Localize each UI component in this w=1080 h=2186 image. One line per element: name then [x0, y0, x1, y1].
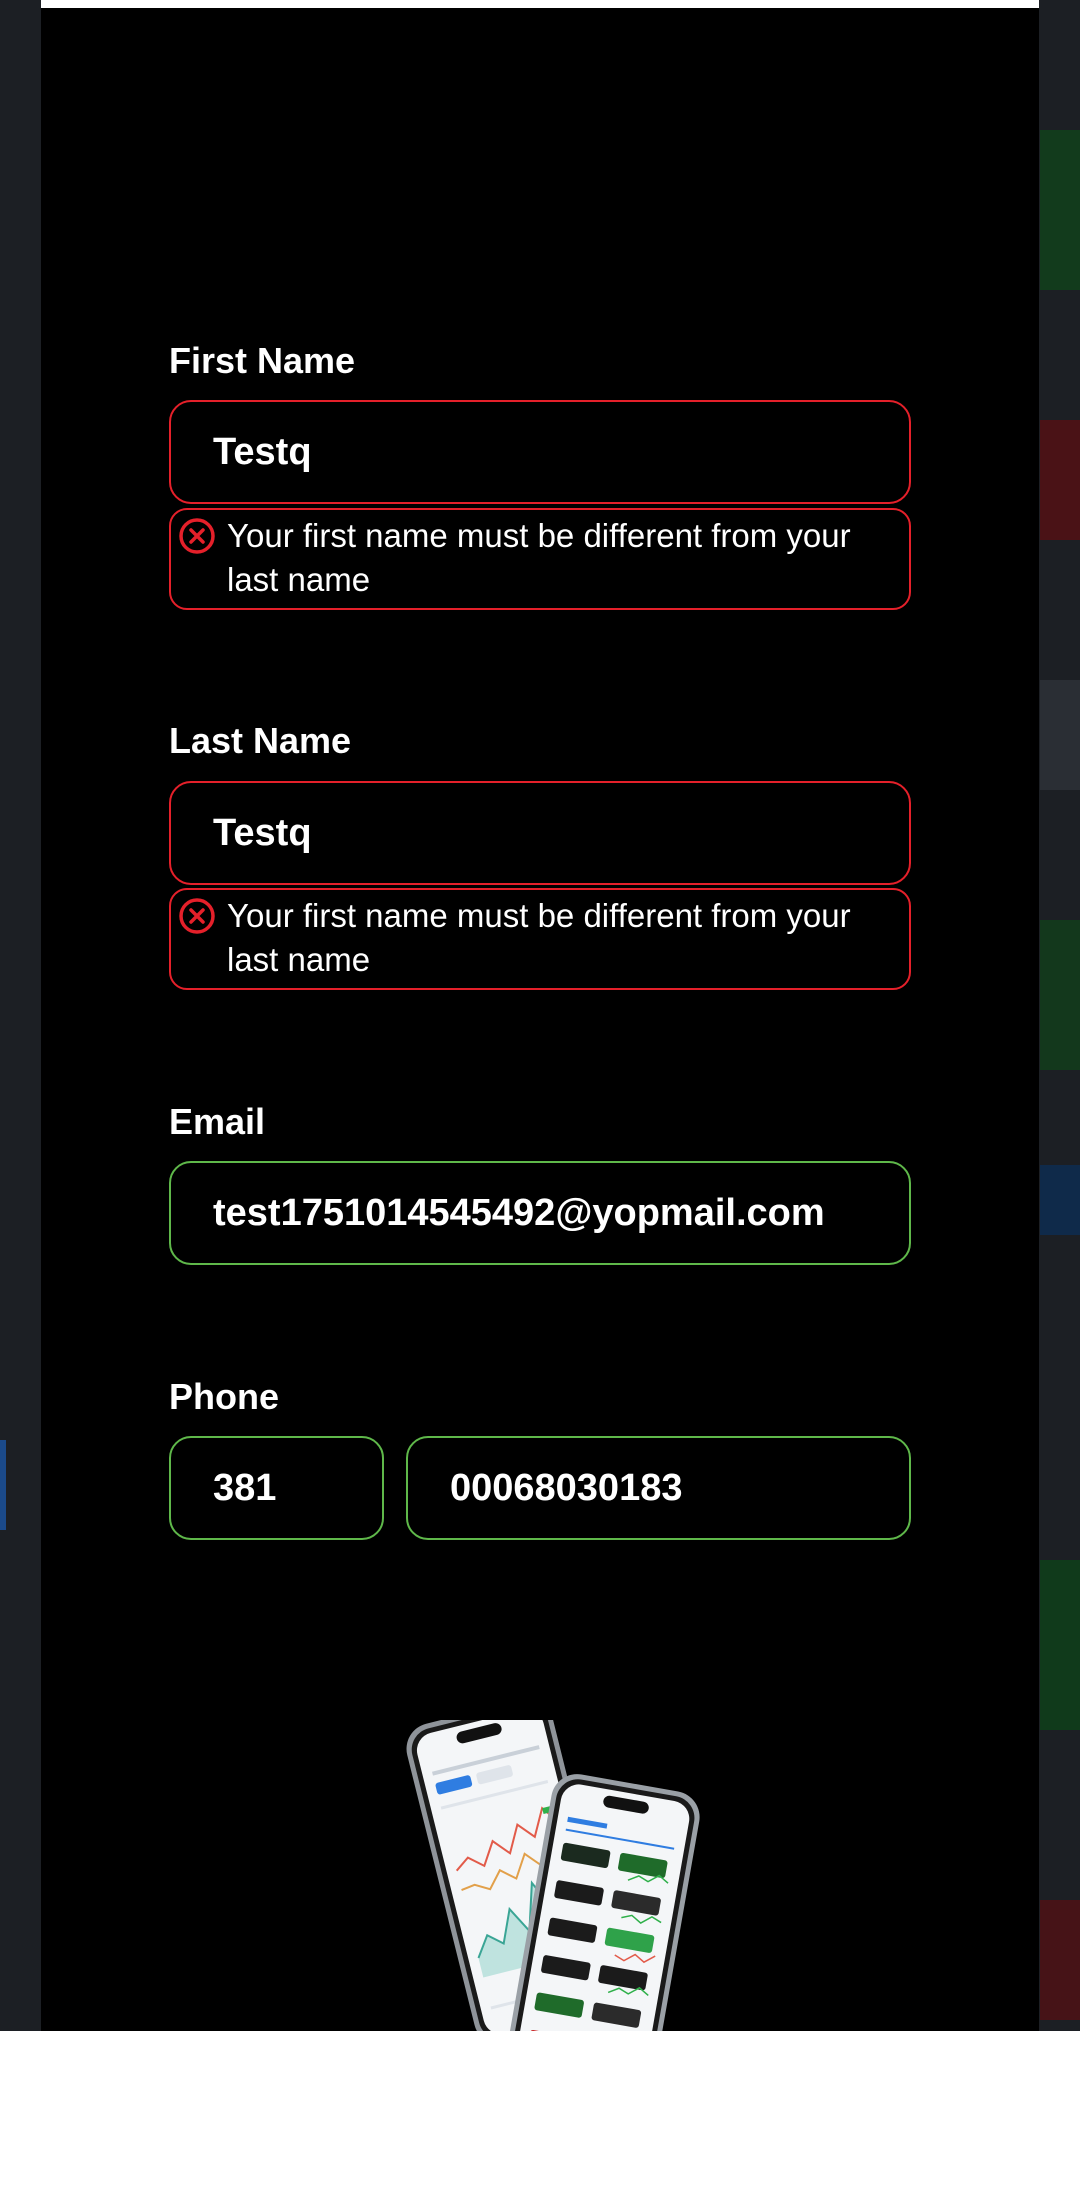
email-input[interactable]: test1751014545492@yopmail.com: [169, 1161, 911, 1265]
circle-x-icon: [179, 898, 215, 934]
app-phones-illustration: [406, 1720, 700, 2031]
modal-top-edge: [41, 0, 1039, 8]
bottom-white-area: [0, 2031, 1080, 2186]
first-name-error: Your first name must be different from y…: [169, 508, 911, 610]
backdrop-accent: [1040, 1165, 1080, 1235]
backdrop-accent: [1040, 420, 1080, 540]
phone-country-code-input[interactable]: 381: [169, 1436, 384, 1540]
first-name-error-text: Your first name must be different from y…: [227, 517, 851, 598]
backdrop-accent: [1040, 130, 1080, 290]
registration-modal: First Name Testq Your first name must be…: [41, 0, 1039, 2031]
first-name-input[interactable]: Testq: [169, 400, 911, 504]
last-name-error-text: Your first name must be different from y…: [227, 897, 851, 978]
first-name-label: First Name: [169, 340, 356, 381]
backdrop-accent: [1040, 1900, 1080, 2020]
backdrop-accent: [1040, 920, 1080, 1070]
backdrop-accent: [1040, 1560, 1080, 1730]
last-name-input[interactable]: Testq: [169, 781, 911, 885]
email-label: Email: [169, 1101, 266, 1142]
phone-number-input[interactable]: 00068030183: [406, 1436, 911, 1540]
last-name-label: Last Name: [169, 720, 352, 761]
backdrop-accent: [0, 1440, 6, 1530]
circle-x-icon: [179, 518, 215, 554]
phone-label: Phone: [169, 1376, 280, 1417]
last-name-error: Your first name must be different from y…: [169, 888, 911, 990]
backdrop-accent: [1040, 680, 1080, 790]
